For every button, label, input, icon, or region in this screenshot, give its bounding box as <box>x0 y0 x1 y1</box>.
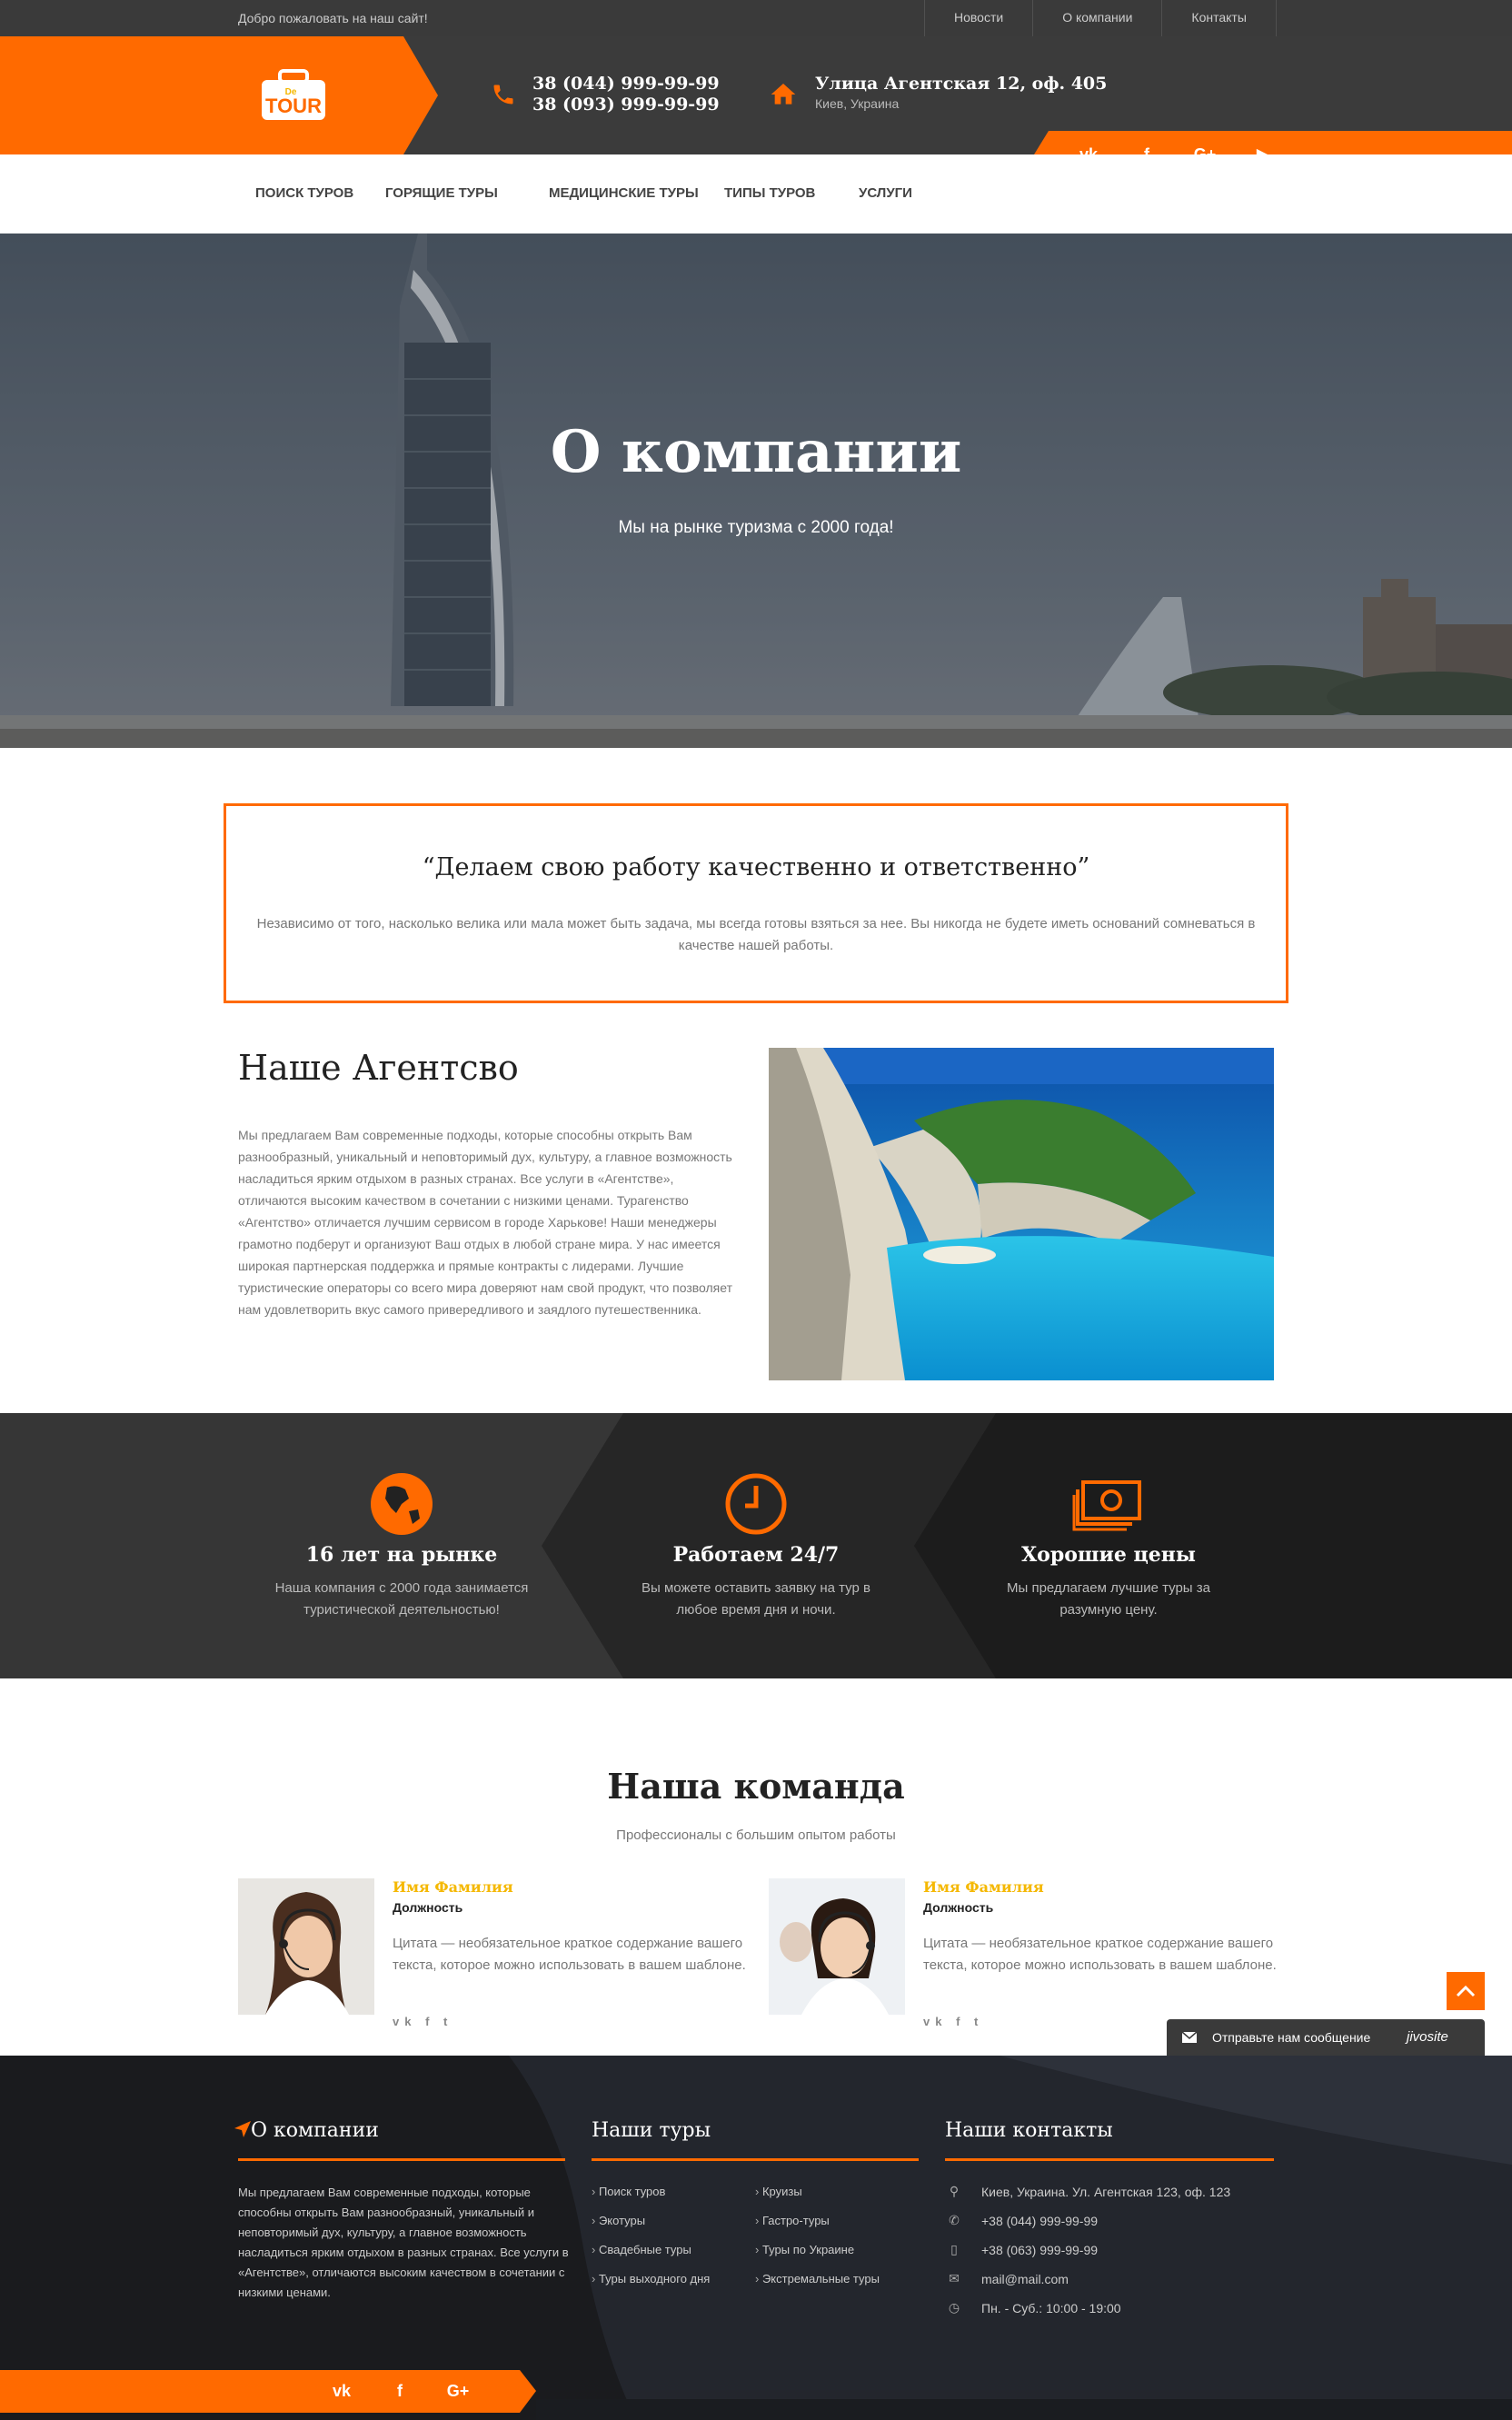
feature-24-7-text: Вы можете оставить заявку на тур в любое… <box>642 1580 870 1618</box>
phone-icon <box>493 85 513 105</box>
envelope-icon: ✉ <box>949 2271 960 2286</box>
hero-subtitle: Мы на рынке туризма с 2000 года! <box>618 518 894 537</box>
footer-address: Киев, Украина. Ул. Агентская 123, оф. 12… <box>981 2185 1231 2199</box>
footer-tours-divider <box>592 2158 919 2161</box>
nav-tour-types[interactable]: ТИПЫ ТУРОВ <box>724 154 815 233</box>
team-member-1: Имя Фамилия Должность Цитата — необязате… <box>238 1878 747 2033</box>
team-member-2: Имя Фамилия Должность Цитата — необязате… <box>769 1878 1278 2033</box>
address: Улица Агентская 12, оф. 405 <box>815 74 1108 94</box>
feature-prices-title: Хорошие цены <box>1021 1543 1196 1567</box>
member-quote: Цитата — необязательное краткое содержан… <box>923 1936 1277 1973</box>
footer-about-title: О компании <box>251 2119 379 2142</box>
scroll-to-top-button[interactable] <box>1447 1972 1485 2010</box>
footer-link-weekend-tours[interactable]: Туры выходного дня <box>592 2272 710 2286</box>
phone-2[interactable]: 38 (093) 999-99-99 <box>532 94 720 115</box>
top-bar: Добро пожаловать на наш сайт! Новости О … <box>0 0 1512 36</box>
chat-label: Отправьте нам сообщение <box>1212 2030 1371 2045</box>
city: Киев, Украина <box>815 96 900 111</box>
top-links: Новости О компании Контакты <box>924 0 1277 36</box>
footer-hours: Пн. - Суб.: 10:00 - 19:00 <box>981 2301 1121 2315</box>
agency-image <box>769 1048 1274 1380</box>
footer-phone-2[interactable]: +38 (063) 999-99-99 <box>981 2243 1098 2257</box>
member-quote: Цитата — необязательное краткое содержан… <box>393 1936 746 1973</box>
footer-email[interactable]: mail@mail.com <box>981 2272 1069 2286</box>
footer-tours-title: Наши туры <box>592 2119 711 2142</box>
main-nav: ПОИСК ТУРОВ ГОРЯЩИЕ ТУРЫ МЕДИЦИНСКИЕ ТУР… <box>0 154 1512 234</box>
member-name: Имя Фамилия <box>393 1878 513 1896</box>
vk-icon[interactable]: vk <box>313 2370 371 2413</box>
money-icon <box>1072 1480 1141 1531</box>
member-social-icons[interactable]: vk f t <box>923 2015 983 2028</box>
envelope-icon <box>1181 2031 1198 2043</box>
feature-years-text: Наша компания с 2000 года занимается тур… <box>274 1580 529 1618</box>
hero-title: О компании <box>550 418 962 486</box>
member-role: Должность <box>923 1900 994 1915</box>
features-band: 16 лет на рынке Наша компания с 2000 год… <box>0 1413 1512 1678</box>
footer-about-divider <box>238 2158 565 2161</box>
home-icon <box>771 84 796 105</box>
plane-icon <box>233 2119 253 2139</box>
chat-widget[interactable]: Отправьте нам сообщение jivosite <box>1167 2019 1485 2056</box>
quote-text: Независимо от того, насколько велика или… <box>256 916 1256 953</box>
chat-brand: jivosite <box>1407 2029 1448 2045</box>
member-role: Должность <box>393 1900 463 1915</box>
feature-prices: Хорошие цены Мы предлагаем лучшие туры з… <box>945 1413 1272 1678</box>
footer-contacts-title: Наши контакты <box>945 2119 1113 2142</box>
footer-link-gastro-tours[interactable]: Гастро-туры <box>755 2214 830 2227</box>
quote-title: “Делаем свою работу качественно и ответс… <box>422 853 1090 881</box>
footer-about-text: Мы предлагаем Вам современные подходы, к… <box>238 2186 569 2299</box>
nav-medical-tours[interactable]: МЕДИЦИНСКИЕ ТУРЫ <box>549 154 699 233</box>
logo-area <box>0 36 438 154</box>
facebook-icon[interactable]: f <box>371 2370 429 2413</box>
agency-text: Мы предлагаем Вам современные подходы, к… <box>238 1128 732 1317</box>
footer-phone-1[interactable]: +38 (044) 999-99-99 <box>981 2214 1098 2228</box>
logo-text: TOUR <box>265 95 322 117</box>
globe-icon <box>371 1473 433 1535</box>
member-name: Имя Фамилия <box>923 1878 1044 1896</box>
team-subtitle: Профессионалы с большим опытом работы <box>616 1827 896 1843</box>
footer-link-search-tours[interactable]: Поиск туров <box>592 2185 665 2198</box>
hero-background-image <box>0 234 1512 748</box>
feature-years-title: 16 лет на рынке <box>305 1543 498 1567</box>
footer-link-eco-tours[interactable]: Экотуры <box>592 2214 645 2227</box>
nav-search-tours[interactable]: ПОИСК ТУРОВ <box>255 154 353 233</box>
footer-contacts-divider <box>945 2158 1274 2161</box>
top-link-contacts[interactable]: Контакты <box>1161 0 1277 36</box>
avatar <box>769 1878 905 2015</box>
agency-title: Наше Агентсво <box>238 1048 519 1088</box>
footer: О компании Мы предлагаем Вам современные… <box>0 2056 1512 2420</box>
copyright-bar <box>536 2399 1512 2420</box>
hero-banner: О компании Мы на рынке туризма с 2000 го… <box>0 234 1512 748</box>
feature-24-7-title: Работаем 24/7 <box>672 1543 840 1567</box>
footer-link-ukraine-tours[interactable]: Туры по Украине <box>755 2243 854 2256</box>
feature-24-7: Работаем 24/7 Вы можете оставить заявку … <box>592 1413 920 1678</box>
nav-hot-tours[interactable]: ГОРЯЩИЕ ТУРЫ <box>385 154 498 233</box>
team-title: Наша команда <box>607 1766 905 1807</box>
welcome-text: Добро пожаловать на наш сайт! <box>238 11 428 25</box>
clock-icon: ◷ <box>948 2300 960 2315</box>
footer-link-cruises[interactable]: Круизы <box>755 2185 802 2198</box>
footer-link-extreme-tours[interactable]: Экстремальные туры <box>755 2272 880 2286</box>
phone-icon: ✆ <box>949 2213 960 2227</box>
footer-background <box>0 2056 1512 2420</box>
mobile-icon: ▯ <box>950 2242 958 2256</box>
map-pin-icon: ⚲ <box>949 2184 960 2198</box>
top-link-about[interactable]: О компании <box>1032 0 1161 36</box>
logo[interactable]: De TOUR <box>260 67 327 122</box>
top-link-news[interactable]: Новости <box>924 0 1032 36</box>
phone-1[interactable]: 38 (044) 999-99-99 <box>532 73 720 95</box>
nav-services[interactable]: УСЛУГИ <box>859 154 912 233</box>
chevron-up-icon <box>1456 1985 1476 1997</box>
quote-box: “Делаем свою работу качественно и ответс… <box>224 803 1288 1003</box>
feature-prices-text: Мы предлагаем лучшие туры за разумную це… <box>1007 1580 1210 1618</box>
footer-social: vkfG+▶ <box>0 2370 536 2413</box>
member-social-icons[interactable]: vk f t <box>393 2015 453 2028</box>
avatar <box>238 1878 374 2015</box>
footer-link-wedding-tours[interactable]: Свадебные туры <box>592 2243 691 2256</box>
clock-icon <box>725 1473 787 1535</box>
feature-years: 16 лет на рынке Наша компания с 2000 год… <box>238 1413 565 1678</box>
google-plus-icon[interactable]: G+ <box>429 2370 487 2413</box>
